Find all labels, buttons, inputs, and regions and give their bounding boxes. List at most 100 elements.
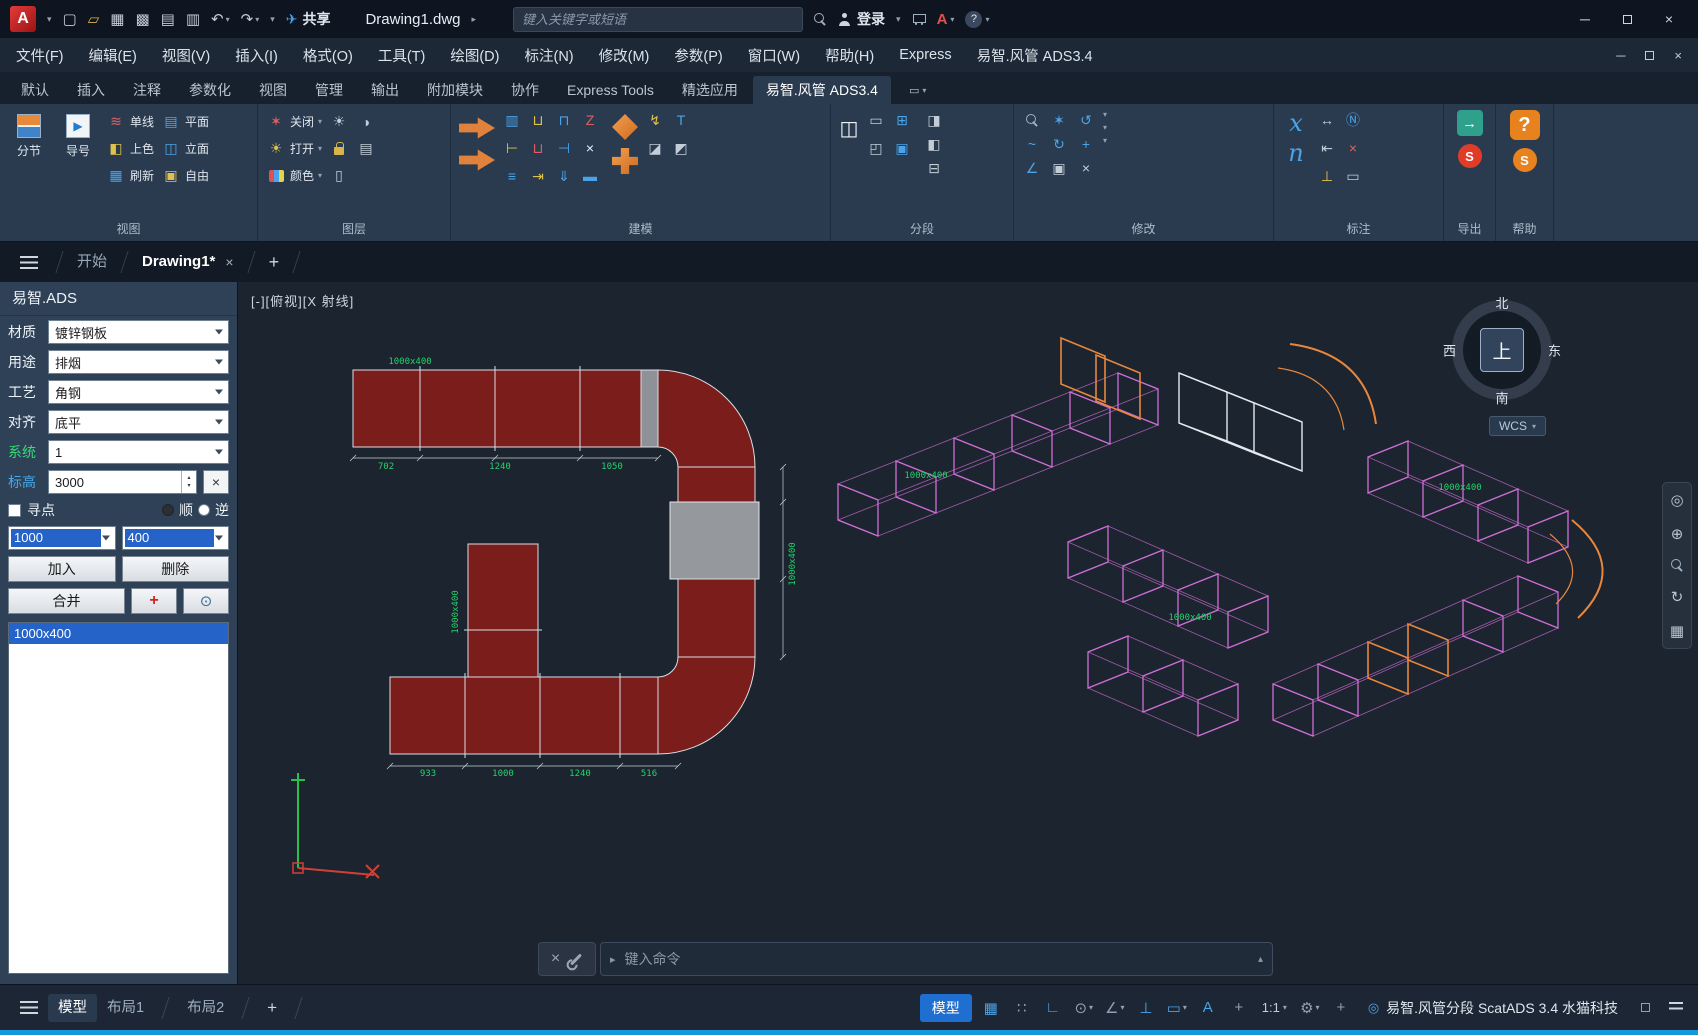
tab-drawing1[interactable]: Drawing1*× xyxy=(136,242,240,282)
layer-sun-button[interactable]: ☀ xyxy=(329,110,349,133)
plot-icon[interactable]: ▤ xyxy=(161,10,175,28)
customize-icon[interactable] xyxy=(1664,994,1688,1022)
compass-top-face[interactable]: 上 xyxy=(1480,328,1524,372)
batch-plot-icon[interactable]: ▥ xyxy=(186,10,200,28)
ribbon-tab-collaborate[interactable]: 协作 xyxy=(498,76,552,104)
dim-number-icon[interactable]: Ⓝ xyxy=(1343,110,1363,130)
maximize-button[interactable] xyxy=(1608,4,1646,34)
rotate-cw-icon[interactable]: ↻ xyxy=(1049,134,1069,154)
tab-start[interactable]: 开始 xyxy=(71,242,113,282)
draw-duct-icon[interactable] xyxy=(459,116,495,140)
annotation-scale-button[interactable]: 1:1▾ xyxy=(1258,1000,1291,1015)
pan-icon[interactable]: ⊕ xyxy=(1671,525,1684,543)
shading-button[interactable]: ◧上色 xyxy=(106,137,154,160)
layer-isolate-button[interactable]: ▯ xyxy=(329,164,349,187)
seek-checkbox[interactable] xyxy=(8,504,21,517)
minimize-button[interactable]: ─ xyxy=(1566,4,1604,34)
elevation-spinner[interactable]: ▴▾ xyxy=(181,471,196,493)
ribbon-display-toggle[interactable]: ▭▾ xyxy=(901,77,934,104)
segment-minus-icon[interactable]: ⊟ xyxy=(924,158,944,178)
ortho-icon[interactable]: ∟ xyxy=(1041,994,1065,1022)
view-compass[interactable]: 北 南 西 东 上 xyxy=(1452,300,1552,400)
segment-duct-icon[interactable]: ◫ xyxy=(839,118,859,138)
duct-cross-icon[interactable]: × xyxy=(580,138,600,158)
width-select[interactable]: 1000 xyxy=(8,526,116,550)
free-view-button[interactable]: ▣自由 xyxy=(161,164,209,187)
wrench-icon[interactable] xyxy=(570,953,582,965)
layer-on-button[interactable]: ☀打开▾ xyxy=(266,137,322,160)
search-box[interactable] xyxy=(513,7,803,32)
panel-label-layer[interactable]: 图层 xyxy=(258,221,450,241)
modify-box-icon[interactable]: ▣ xyxy=(1049,158,1069,178)
object-snap-icon[interactable]: ▭▾ xyxy=(1165,994,1189,1022)
close-button[interactable]: × xyxy=(1650,4,1688,34)
isodraft-icon[interactable]: ∠▾ xyxy=(1103,994,1127,1022)
corner-tool-icon[interactable]: ◩ xyxy=(671,138,691,158)
export-icon[interactable]: → xyxy=(1457,110,1483,136)
duct-tee-icon[interactable]: ⊢ xyxy=(502,138,522,158)
ccw-radio[interactable] xyxy=(198,504,210,516)
modify-star-icon[interactable]: ✶ xyxy=(1049,110,1069,130)
panel-label-export[interactable]: 导出 xyxy=(1444,221,1495,241)
modify-caret-2-icon[interactable]: ▾ xyxy=(1103,123,1107,132)
menu-draw[interactable]: 绘图(D) xyxy=(450,45,499,66)
wcs-button[interactable]: WCS▾ xyxy=(1489,416,1546,436)
share-button[interactable]: ✈共享 xyxy=(286,9,331,29)
menu-tools[interactable]: 工具(T) xyxy=(378,45,426,66)
doc-minimize-button[interactable]: ─ xyxy=(1616,48,1625,63)
layer-list-button[interactable]: ▤ xyxy=(356,137,376,160)
showmotion-icon[interactable]: ▦ xyxy=(1670,622,1684,640)
segment-join-icon[interactable]: ⊞ xyxy=(892,110,912,130)
orbit-icon[interactable]: ↻ xyxy=(1671,588,1684,606)
refresh-button[interactable]: ▦刷新 xyxy=(106,164,154,187)
modify-caret-1-icon[interactable]: ▾ xyxy=(1103,110,1107,119)
new-file-icon[interactable]: ▢ xyxy=(63,10,77,28)
dim-perp-icon[interactable]: ⊥ xyxy=(1317,166,1337,186)
layer-freeze-button[interactable]: ◑ xyxy=(356,110,376,133)
ribbon-tab-output[interactable]: 输出 xyxy=(358,76,412,104)
grid-icon[interactable]: ▦ xyxy=(979,994,1003,1022)
duct-straight-icon[interactable]: ▥ xyxy=(502,110,522,130)
history-up-icon[interactable]: ▴ xyxy=(1258,954,1263,965)
close-commandline-icon[interactable]: × xyxy=(551,950,560,968)
dim-box-icon[interactable]: ▭ xyxy=(1343,166,1363,186)
ribbon-tab-insert[interactable]: 插入 xyxy=(64,76,118,104)
command-input-box[interactable]: ▸ ▴ xyxy=(600,942,1273,976)
file-tabs-menu-icon[interactable] xyxy=(20,256,38,269)
autoscale-icon[interactable]: + xyxy=(1227,994,1251,1022)
delete-button[interactable]: 删除 xyxy=(122,556,230,582)
duct-multi-icon[interactable]: ≡ xyxy=(502,166,522,186)
annotation-icon[interactable]: A xyxy=(1196,994,1220,1022)
usage-select[interactable]: 排烟 xyxy=(48,350,229,374)
save-as-icon[interactable]: ▩ xyxy=(135,10,149,28)
ribbon-tab-parametric[interactable]: 参数化 xyxy=(176,76,244,104)
layer-off-button[interactable]: ✶关闭▾ xyxy=(266,110,322,133)
compass-west[interactable]: 西 xyxy=(1443,341,1456,360)
list-item[interactable]: 1000x400 xyxy=(9,623,228,644)
segment-piece-icon[interactable]: ▭ xyxy=(866,110,886,130)
cw-radio[interactable] xyxy=(162,504,174,516)
segment-left-icon[interactable]: ◧ xyxy=(924,134,944,154)
duct-2d-drawing[interactable]: 1000x400 702 1240 1050 1000x400 933 1000… xyxy=(350,357,798,779)
clear-elevation-button[interactable]: × xyxy=(203,470,229,494)
ribbon-tab-addins[interactable]: 附加模块 xyxy=(414,76,496,104)
menu-window[interactable]: 窗口(W) xyxy=(748,45,800,66)
merge-button[interactable]: 合并 xyxy=(8,588,125,614)
autodesk-account-icon[interactable]: A▾ xyxy=(937,11,955,28)
ribbon-tab-express[interactable]: Express Tools xyxy=(554,76,667,104)
compass-north[interactable]: 北 xyxy=(1495,293,1508,312)
qat-dropdown-icon[interactable]: ▾ xyxy=(270,14,275,25)
drawing-area[interactable]: 1000x400 702 1240 1050 1000x400 933 1000… xyxy=(238,282,1698,984)
osnap-icon[interactable]: ⊥ xyxy=(1134,994,1158,1022)
rotate-ccw-icon[interactable]: ↺ xyxy=(1076,110,1096,130)
damper-icon[interactable] xyxy=(612,114,638,140)
zoom-icon[interactable] xyxy=(1671,559,1684,572)
export-s-icon[interactable]: S xyxy=(1458,144,1482,168)
help-question-icon[interactable]: ? xyxy=(1510,110,1540,140)
model-space-toggle[interactable]: 模型 xyxy=(920,994,972,1022)
settings-gear-icon[interactable]: ⚙▾ xyxy=(1298,994,1322,1022)
craft-select[interactable]: 角钢 xyxy=(48,380,229,404)
plugin-status[interactable]: ◎易智.风管分段 ScatADS 3.4 水猫科技 xyxy=(1368,998,1618,1018)
layout-tab-model[interactable]: 模型 xyxy=(48,994,97,1022)
system-select[interactable]: 1 xyxy=(48,440,229,464)
